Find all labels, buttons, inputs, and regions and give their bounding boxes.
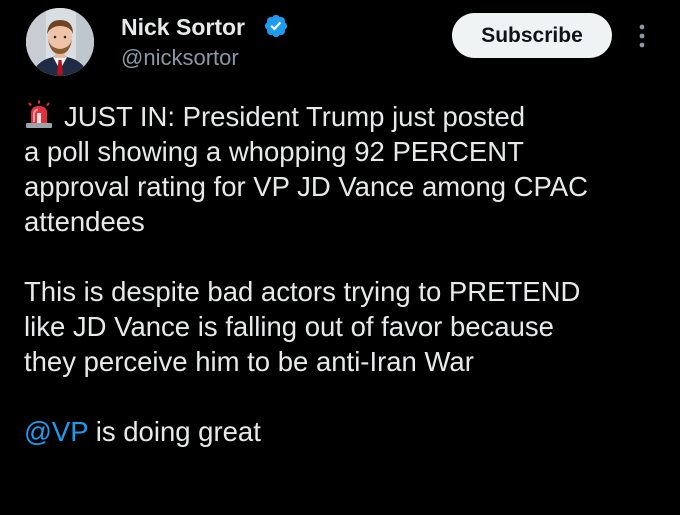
tweet-body: JUST IN: President Trump just posted a p… xyxy=(24,99,664,449)
tweet-line: This is despite bad actors trying to PRE… xyxy=(24,276,581,307)
tweet-line-text: is doing great xyxy=(88,416,261,447)
more-vertical-icon[interactable] xyxy=(633,20,651,52)
author-name[interactable]: Nick Sortor xyxy=(121,14,245,41)
tweet-line: they perceive him to be anti-Iran War xyxy=(24,346,474,377)
avatar-photo xyxy=(26,8,94,76)
tweet-line: attendees xyxy=(24,206,145,237)
author-avatar[interactable] xyxy=(26,8,94,76)
mention-link[interactable]: @VP xyxy=(24,416,88,447)
tweet-line: approval rating for VP JD Vance among CP… xyxy=(24,171,589,202)
subscribe-button[interactable]: Subscribe xyxy=(452,13,612,58)
tweet-line: JUST IN: President Trump just posted xyxy=(24,99,664,134)
tweet-line-text: JUST IN: President Trump just posted xyxy=(64,101,526,132)
verified-badge-icon[interactable] xyxy=(263,13,289,39)
police-siren-icon xyxy=(26,100,52,128)
author-handle[interactable]: @nicksortor xyxy=(121,45,239,71)
tweet-line: @VP is doing great xyxy=(24,414,664,449)
tweet-line: like JD Vance is falling out of favor be… xyxy=(24,311,554,342)
tweet-line: a poll showing a whopping 92 PERCENT xyxy=(24,136,524,167)
